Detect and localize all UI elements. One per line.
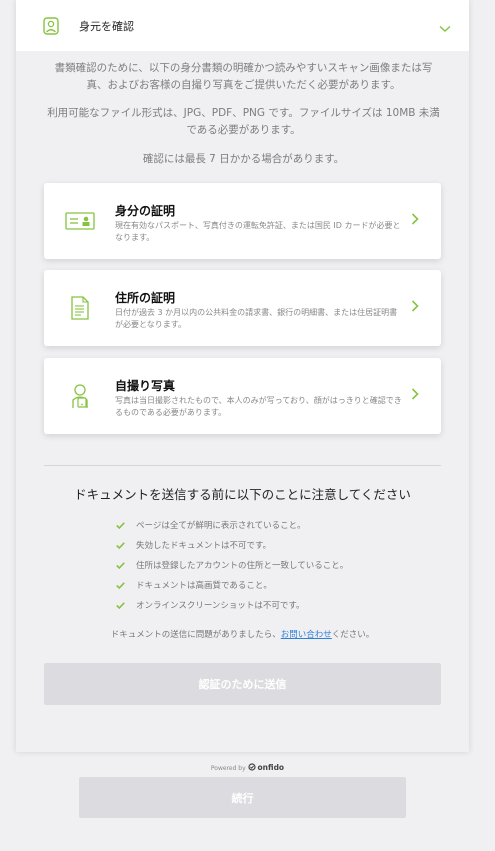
checkmark-icon — [116, 541, 126, 549]
card-title: 自撮り写真 — [115, 379, 176, 393]
card-description: 現在有効なパスポート、写真付きの運転免許証、または国民 ID カードが必要となり… — [115, 221, 401, 242]
chevron-down-icon[interactable] — [439, 18, 451, 37]
checkmark-icon — [116, 561, 126, 569]
checkmark-icon — [116, 581, 126, 589]
continue-button[interactable]: 続行 — [79, 777, 406, 818]
verification-panel: 身元を確認 書類確認のために、以下の身分書類の明確かつ読みやすいスキャン画像また… — [16, 0, 469, 752]
card-description: 写真は当日撮影されたもので、本人のみが写っており、顔がはっきりと確認できるもので… — [115, 396, 402, 417]
intro-paragraph-1: 書類確認のために、以下の身分書類の明確かつ読みやすいスキャン画像または写真、およ… — [54, 62, 433, 91]
selfie-icon — [64, 382, 96, 410]
list-item-text: オンラインスクリーンショットは不可です。 — [136, 601, 305, 611]
list-item: オンラインスクリーンショットは不可です。 — [116, 595, 348, 615]
card-title: 身分の証明 — [115, 204, 176, 218]
help-text: ドキュメントの送信に問題がありましたら、お問い合わせください。 — [44, 628, 441, 640]
list-item: ドキュメントは高画質であること。 — [116, 575, 348, 595]
document-icon — [64, 294, 96, 322]
checkmark-icon — [116, 601, 126, 609]
card-address-proof[interactable]: 住所の証明 日付が過去 3 か月以内の公共料金の請求書、銀行の明細書、または住居… — [44, 270, 441, 346]
chevron-right-icon[interactable] — [411, 385, 419, 404]
contact-us-link[interactable]: お問い合わせ — [281, 630, 332, 640]
list-item: 失効したドキュメントは不可です。 — [116, 535, 348, 555]
intro-paragraph-3: 確認には最長 7 日かかる場合があります。 — [142, 153, 345, 165]
powered-by-onfido: Powered by onfido — [0, 763, 495, 772]
checkmark-icon — [116, 521, 126, 529]
onfido-brand: onfido — [257, 763, 285, 772]
list-item: 住所は登録したアカウントの住所と一致していること。 — [116, 555, 348, 575]
requirements-checklist: ページは全てが鮮明に表示されていること。 失効したドキュメントは不可です。 住所… — [116, 515, 348, 615]
onfido-logo-icon — [247, 763, 258, 772]
list-item-text: 住所は登録したアカウントの住所と一致していること。 — [136, 561, 349, 571]
card-identity-proof[interactable]: 身分の証明 現在有効なパスポート、写真付きの運転免許証、または国民 ID カード… — [44, 183, 441, 259]
verify-identity-header[interactable]: 身元を確認 — [16, 0, 469, 51]
help-prefix: ドキュメントの送信に問題がありましたら、 — [110, 630, 281, 640]
person-outline-icon — [42, 16, 60, 35]
chevron-right-icon[interactable] — [411, 297, 419, 316]
help-suffix: ください。 — [331, 630, 375, 640]
list-item-text: 失効したドキュメントは不可です。 — [136, 541, 272, 551]
chevron-right-icon[interactable] — [411, 210, 419, 229]
id-card-icon — [64, 207, 96, 235]
card-selfie[interactable]: 自撮り写真 写真は当日撮影されたもので、本人のみが写っており、顔がはっきりと確認… — [44, 358, 441, 434]
header-title: 身元を確認 — [79, 19, 134, 33]
list-item-text: ドキュメントは高画質であること。 — [136, 581, 272, 591]
list-item-text: ページは全てが鮮明に表示されていること。 — [136, 521, 306, 531]
powered-by-label: Powered by — [210, 765, 246, 772]
card-title: 住所の証明 — [115, 291, 176, 305]
card-description: 日付が過去 3 か月以内の公共料金の請求書、銀行の明細書、または住居証明書が必要… — [115, 308, 398, 329]
submit-for-verification-button[interactable]: 認証のために送信 — [44, 663, 441, 705]
section-divider — [44, 465, 441, 466]
notice-title: ドキュメントを送信する前に以下のことに注意してください — [74, 487, 411, 502]
intro-paragraph-2: 利用可能なファイル形式は、JPG、PDF、PNG です。ファイルサイズは 10M… — [47, 107, 440, 136]
list-item: ページは全てが鮮明に表示されていること。 — [116, 515, 348, 535]
